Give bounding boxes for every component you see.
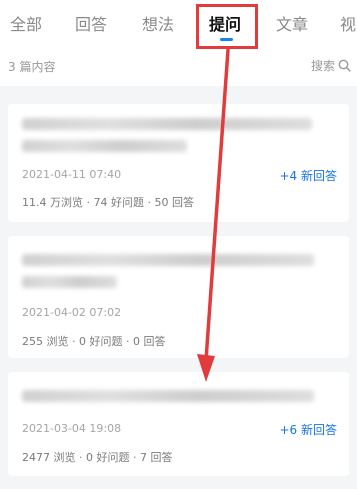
tab-thoughts[interactable]: 想法 [142,11,174,35]
list-header: 3 篇内容 搜索 [0,46,357,86]
question-card[interactable]: 2021-04-11 07:40 +4 新回答 11.4 万浏览 · 74 好问… [8,104,349,222]
content-count: 3 篇内容 [8,60,56,74]
tab-bar: 全部 回答 想法 提问 文章 视 [0,0,357,46]
question-date: 2021-04-11 07:40 [22,168,122,181]
question-title-blurred [22,254,322,298]
tab-all[interactable]: 全部 [10,11,42,35]
question-stats: 11.4 万浏览 · 74 好问题 · 50 回答 [22,196,194,209]
question-title-blurred [22,118,322,162]
question-title-blurred [22,390,322,412]
search-icon [338,59,351,72]
question-stats: 2477 浏览 · 0 好问题 · 7 回答 [22,451,173,464]
annotation-highlight-box [196,4,258,49]
new-answers-badge[interactable]: +4 新回答 [279,167,337,184]
question-card[interactable]: 2021-04-02 07:02 255 浏览 · 0 好问题 · 0 回答 [8,236,349,358]
tab-videos[interactable]: 视 [340,11,356,35]
question-card[interactable]: 2021-03-04 19:08 +6 新回答 2477 浏览 · 0 好问题 … [8,372,349,476]
question-date: 2021-03-04 19:08 [22,422,122,435]
new-answers-badge[interactable]: +6 新回答 [279,421,337,438]
search-label: 搜索 [310,59,335,73]
question-stats: 255 浏览 · 0 好问题 · 0 回答 [22,335,166,348]
search-button[interactable]: 搜索 [311,57,351,74]
tab-articles[interactable]: 文章 [276,11,308,35]
tab-answers[interactable]: 回答 [75,11,107,35]
question-date: 2021-04-02 07:02 [22,306,122,319]
